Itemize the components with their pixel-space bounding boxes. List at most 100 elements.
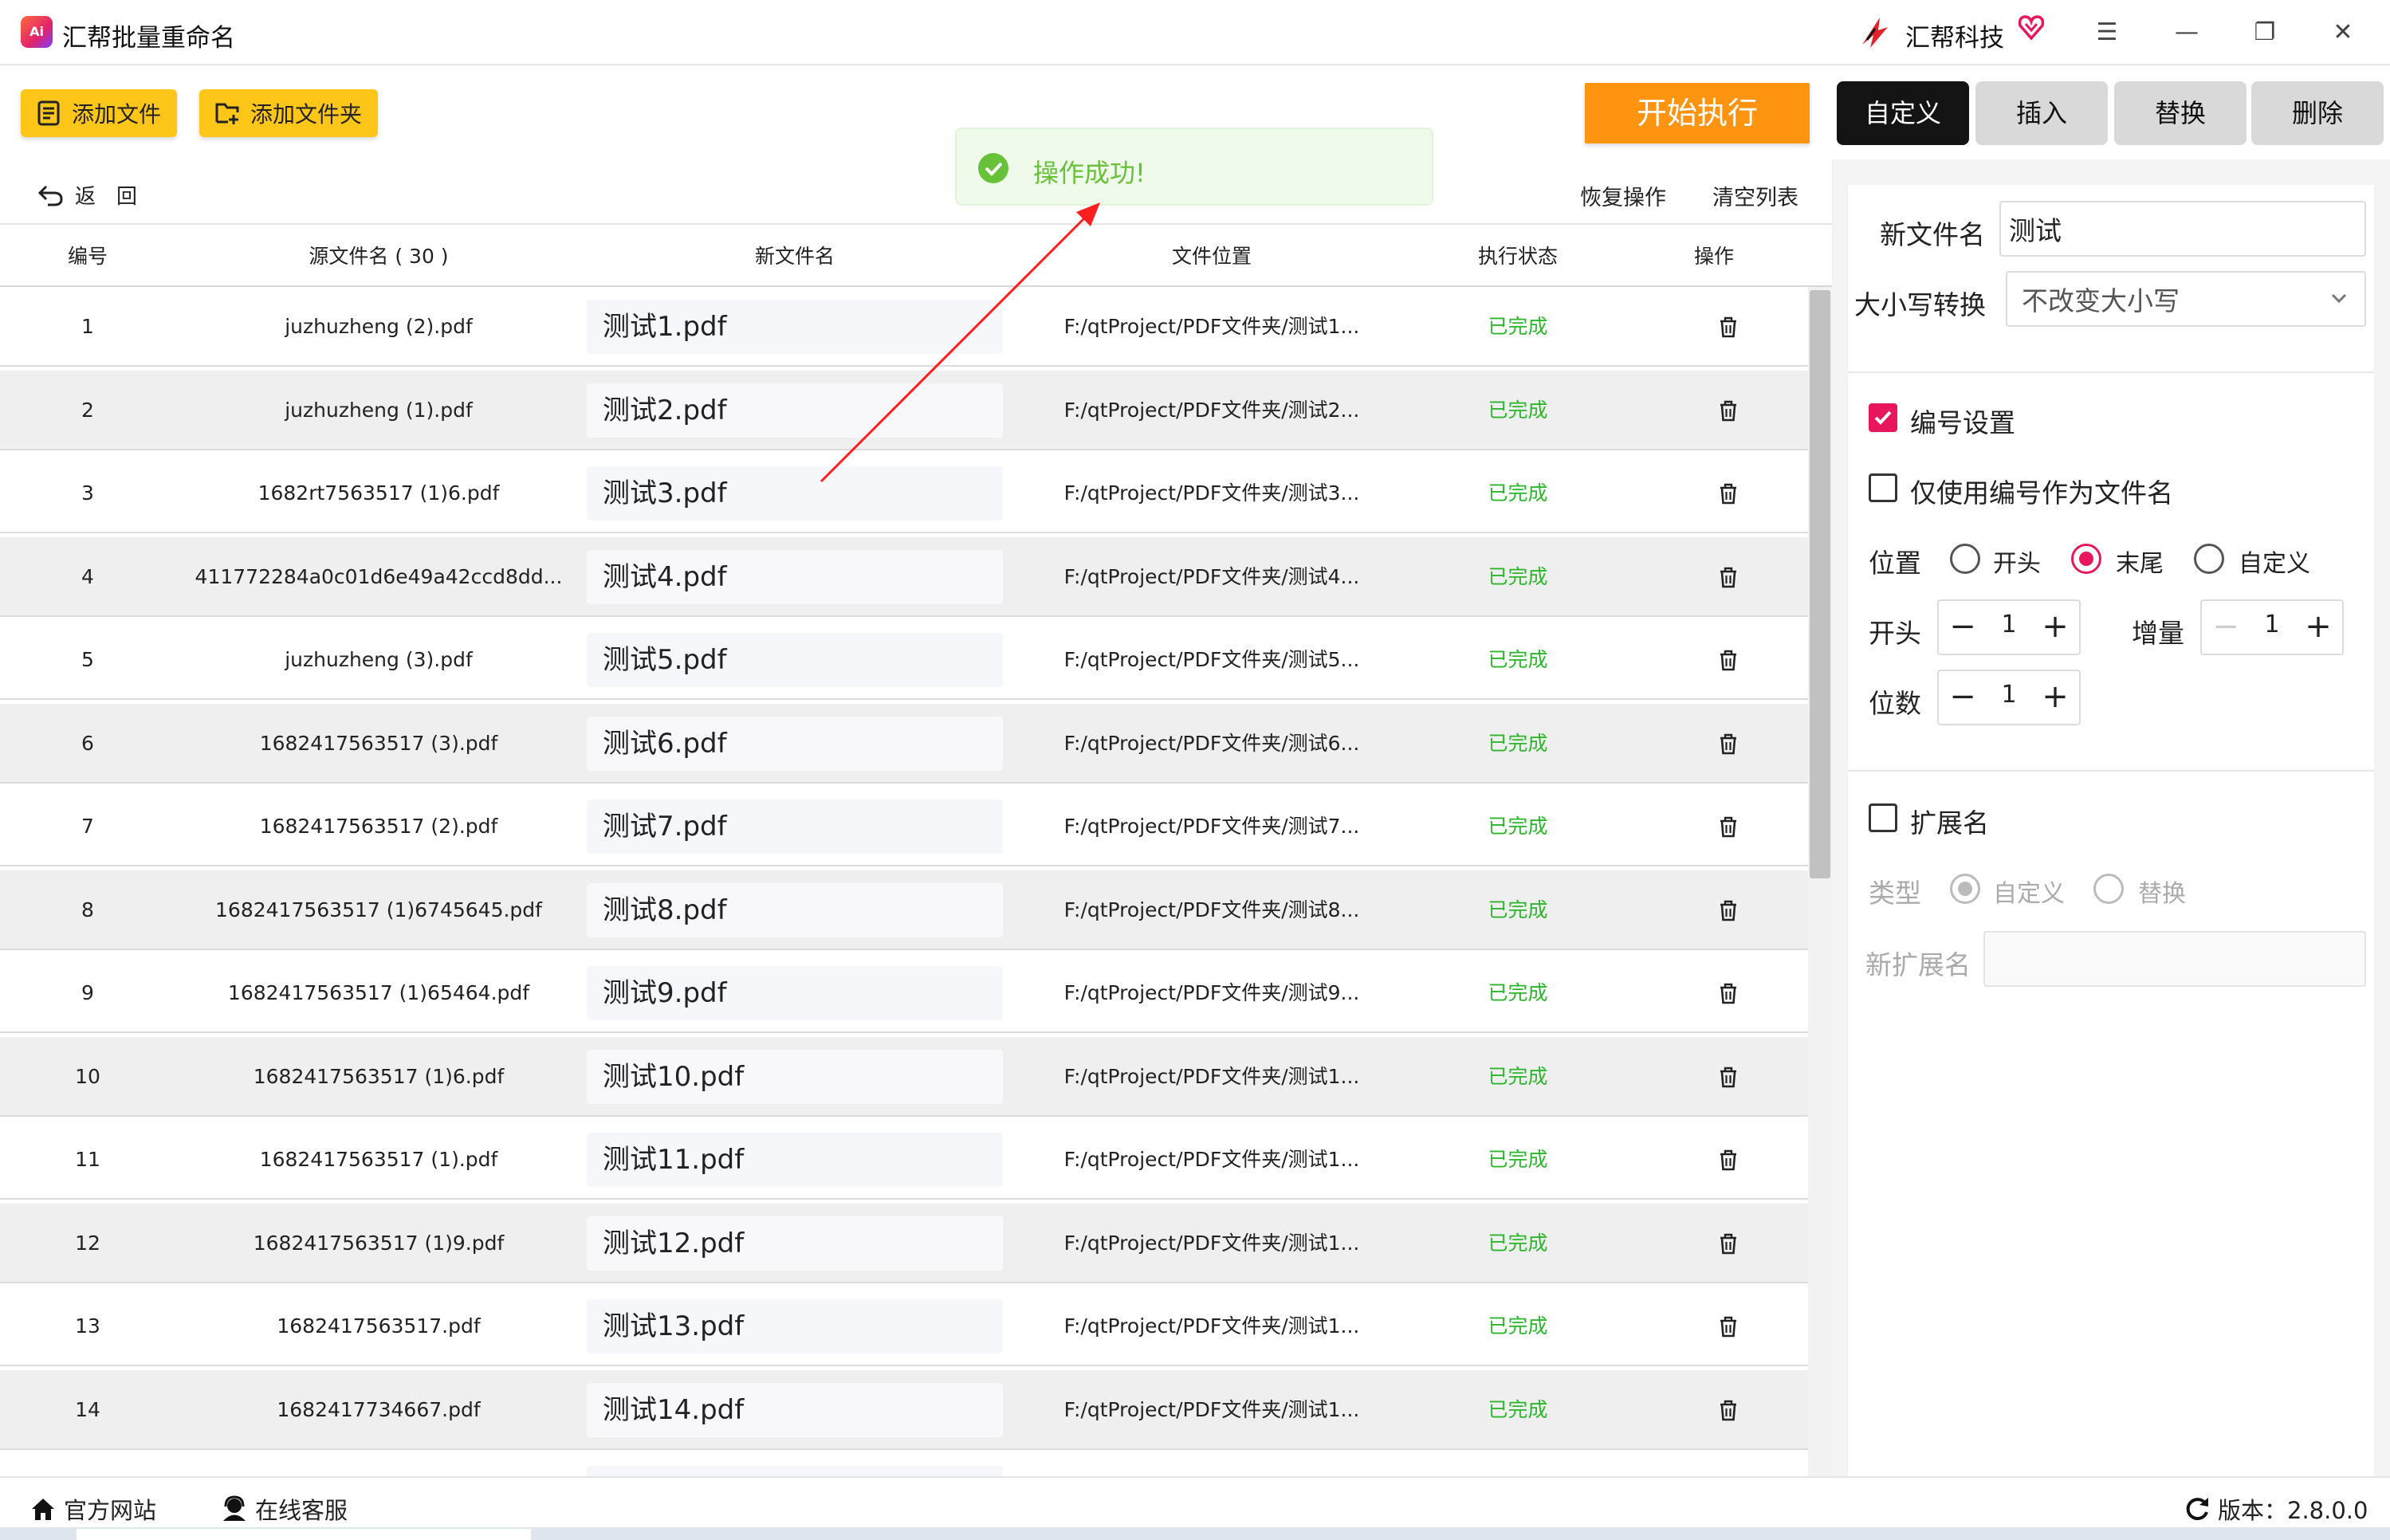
trash-icon[interactable] [1716,398,1741,423]
extension-checkbox[interactable] [1869,803,1897,832]
add-folder-label: 添加文件夹 [250,101,363,128]
trash-icon[interactable] [1716,731,1741,756]
table-row[interactable]: 8 1682417563517 (1)6745645.pdf 测试8.pdf F:/q… [0,870,1808,950]
row-new-name[interactable]: 测试8.pdf [587,882,1003,937]
digits-value[interactable]: 1 [1987,671,2031,724]
trash-icon[interactable] [1716,647,1741,673]
table-row[interactable]: 6 1682417563517 (3).pdf 测试6.pdf F:/qtProjec… [0,703,1808,784]
trash-icon[interactable] [1716,980,1741,1006]
toast-message: 操作成功! [1033,158,1146,188]
row-new-name[interactable]: 测试7.pdf [587,799,1003,854]
tab-insert[interactable]: 插入 [1975,81,2108,145]
row-index: 12 [75,1231,100,1255]
back-button[interactable]: 返 回 [37,180,137,210]
case-select[interactable]: 不改变大小写 [2006,271,2366,327]
start-decrement-button[interactable]: − [1939,601,1987,654]
col-location: 文件位置 [1171,245,1252,268]
minimize-icon[interactable]: — [2167,13,2207,53]
newname-input[interactable]: 测试 [1999,201,2366,257]
clear-list-button[interactable]: 清空列表 [1712,180,1798,211]
panel-divider [1848,770,2374,772]
table-row[interactable]: 3 1682rt7563517 (1)6.pdf 测试3.pdf F:/qtProje… [0,454,1808,533]
row-new-name[interactable]: 测试1.pdf [587,300,1003,354]
trash-icon[interactable] [1716,564,1741,590]
row-new-name[interactable]: 测试11.pdf [587,1133,1003,1187]
table-row[interactable]: 11 1682417563517 (1).pdf 测试11.pdf F:/qtProj… [0,1120,1808,1200]
trash-icon[interactable] [1716,898,1741,923]
table-row[interactable]: 5 juzhuzheng (3).pdf 测试5.pdf F:/qtProject/P… [0,620,1808,700]
website-link[interactable]: 官方网站 [29,1492,156,1526]
ext-type-custom-label: 自定义 [1993,880,2065,908]
row-new-name[interactable]: 测试14.pdf [587,1382,1003,1437]
row-new-name[interactable]: 测试13.pdf [587,1299,1003,1353]
vip-heart-icon[interactable] [2017,13,2046,41]
table-row[interactable]: 13 1682417563517.pdf 测试13.pdf F:/qtProject/… [0,1287,1808,1366]
app-logo-icon: Ai [21,16,53,48]
row-new-name[interactable]: 测试9.pdf [587,966,1003,1020]
scrollbar-thumb[interactable] [1810,290,1830,878]
table-row[interactable]: 14 1682417734667.pdf 测试14.pdf F:/qtProject/… [0,1369,1808,1450]
tab-custom[interactable]: 自定义 [1837,81,1969,145]
start-increment-button[interactable]: + [2031,601,2079,654]
tab-delete[interactable]: 删除 [2251,81,2384,145]
row-new-name[interactable]: 测试15.pdf [587,1466,1003,1476]
trash-icon[interactable] [1716,314,1741,340]
add-folder-icon [215,103,239,124]
trash-icon[interactable] [1716,1064,1741,1090]
trash-icon[interactable] [1716,1314,1741,1339]
trash-icon[interactable] [1716,1231,1741,1256]
numbering-checkbox[interactable] [1869,403,1897,432]
taskbar-strip [0,1527,2390,1540]
digits-increment-button[interactable]: + [2031,671,2079,724]
row-status: 已完成 [1488,398,1548,422]
tab-replace[interactable]: 替换 [2114,81,2247,145]
trash-icon[interactable] [1716,481,1741,506]
table-row[interactable]: 1 juzhuzheng (2).pdf 测试1.pdf F:/qtProject/P… [0,287,1808,367]
maximize-icon[interactable]: ❐ [2245,13,2285,53]
start-execute-button[interactable]: 开始执行 [1585,83,1810,143]
ext-type-radio-replace[interactable] [2093,874,2124,904]
digits-decrement-button[interactable]: − [1939,671,1987,724]
table-row[interactable]: 10 1682417563517 (1)6.pdf 测试10.pdf F:/qtPro… [0,1036,1808,1117]
support-link[interactable]: 在线客服 [220,1492,348,1526]
checkmark-icon [1874,411,1892,425]
brand-name: 汇帮科技 [1905,24,2004,53]
new-ext-input[interactable] [1983,931,2366,987]
restore-button[interactable]: 恢复操作 [1580,180,1666,211]
table-row[interactable]: 2 juzhuzheng (1).pdf 测试2.pdf F:/qtProject/P… [0,370,1808,450]
row-index: 5 [81,648,94,671]
row-new-name[interactable]: 测试2.pdf [587,383,1003,438]
row-new-name[interactable]: 测试12.pdf [587,1216,1003,1271]
row-new-name[interactable]: 测试4.pdf [587,549,1003,604]
trash-icon[interactable] [1716,1147,1741,1173]
table-row[interactable]: 151682417993517 (1).pdf 测试15.pdf F:/qtProj… [0,1453,1808,1476]
ext-type-radio-custom[interactable] [1950,874,1980,904]
row-new-name[interactable]: 测试3.pdf [587,466,1003,521]
menu-icon[interactable]: ☰ [2087,13,2127,53]
table-row[interactable]: 4 411772284a0c01d6e49a42ccd8dd... 测试4.pdf F… [0,536,1808,617]
add-folder-button[interactable]: 添加文件夹 [199,89,378,137]
row-new-name[interactable]: 测试6.pdf [587,716,1003,771]
table-row[interactable]: 7 1682417563517 (2).pdf 测试7.pdf F:/qtProjec… [0,787,1808,866]
file-list-icon [37,100,60,126]
start-value[interactable]: 1 [1987,601,2031,654]
close-icon[interactable]: ✕ [2323,13,2363,53]
increment-decrement-button[interactable]: − [2202,601,2250,654]
row-status: 已完成 [1488,1314,1548,1338]
table-row[interactable]: 9 1682417563517 (1)65464.pdf 测试9.pdf F:/qtP… [0,953,1808,1033]
position-radio-end[interactable] [2071,544,2101,574]
increment-value[interactable]: 1 [2250,601,2294,654]
add-file-button[interactable]: 添加文件 [21,89,177,137]
increment-increment-button[interactable]: + [2294,601,2342,654]
position-radio-start[interactable] [1950,544,1980,574]
trash-icon[interactable] [1716,814,1741,839]
row-index: 14 [75,1397,100,1421]
only-number-checkbox[interactable] [1869,473,1897,502]
row-new-name[interactable]: 测试10.pdf [587,1049,1003,1104]
success-toast: 操作成功! [955,128,1433,206]
table-row[interactable]: 12 1682417563517 (1)9.pdf 测试12.pdf F:/qtPro… [0,1203,1808,1283]
row-new-name[interactable]: 测试5.pdf [587,633,1003,687]
back-arrow-icon [37,185,63,206]
position-radio-custom[interactable] [2194,544,2224,574]
trash-icon[interactable] [1716,1397,1741,1423]
